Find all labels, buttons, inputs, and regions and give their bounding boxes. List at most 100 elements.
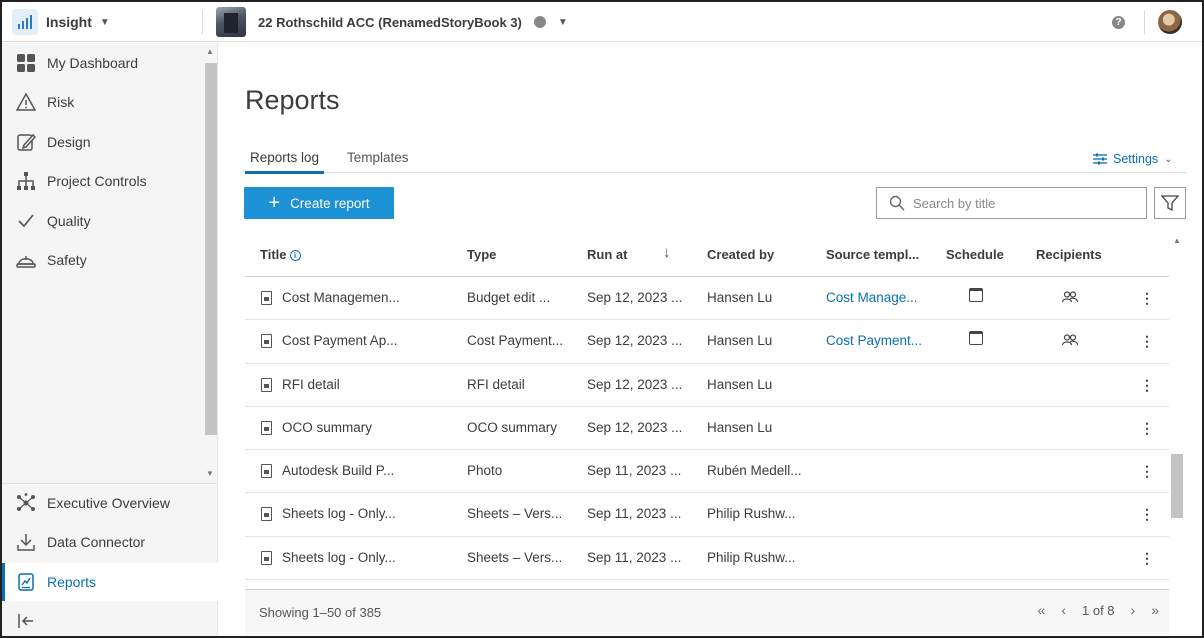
cell-source-template-link[interactable]: Cost Manage... xyxy=(826,290,938,305)
table-row[interactable]: Sheets log - Only... Sheets – Vers... Sep … xyxy=(245,493,1169,537)
collapse-sidebar-button[interactable] xyxy=(2,602,218,636)
calendar-icon[interactable] xyxy=(969,288,983,302)
people-icon[interactable] xyxy=(1062,291,1078,303)
document-icon xyxy=(261,420,272,435)
cell-type: Cost Payment... xyxy=(467,333,564,349)
scrollbar-thumb[interactable] xyxy=(205,63,217,435)
divider xyxy=(202,10,203,34)
cell-title[interactable]: Cost Managemen... xyxy=(282,290,432,305)
network-icon xyxy=(17,493,35,511)
cell-run-at: Sep 11, 2023 ... xyxy=(587,506,682,522)
chevron-down-icon: ▼ xyxy=(99,16,110,28)
sidebar-item-my-dashboard[interactable]: My Dashboard xyxy=(2,44,218,82)
cell-created-by: Hansen Lu xyxy=(707,376,773,392)
tab-bar: Reports log Templates xyxy=(245,147,1186,174)
sort-descending-icon[interactable]: ↓ xyxy=(663,244,671,261)
project-name: 22 Rothschild ACC (RenamedStoryBook 3) xyxy=(258,14,522,30)
globe-icon xyxy=(533,16,546,28)
column-header-schedule[interactable]: Schedule xyxy=(946,247,1004,262)
next-page-icon[interactable]: › xyxy=(1131,602,1136,618)
cell-source-template-link[interactable]: Cost Payment... xyxy=(826,333,938,348)
table-row[interactable]: Cost Managemen... Budget edit ... Sep 12, … xyxy=(245,277,1169,321)
column-header-title[interactable]: Title i xyxy=(260,247,301,262)
cell-run-at: Sep 12, 2023 ... xyxy=(587,290,683,305)
more-options-icon[interactable]: ⋮ xyxy=(1140,462,1154,480)
scroll-up-icon[interactable]: ▲ xyxy=(1173,236,1181,245)
sidebar-item-safety[interactable]: Safety xyxy=(2,241,218,279)
sidebar-item-reports[interactable]: Reports xyxy=(2,563,218,601)
more-options-icon[interactable]: ⋮ xyxy=(1140,376,1154,394)
sidebar-item-label: Data Connector xyxy=(47,534,146,550)
column-header-type[interactable]: Type xyxy=(467,247,496,262)
tab-templates[interactable]: Templates xyxy=(342,150,414,171)
sidebar-item-data-connector[interactable]: Data Connector xyxy=(2,523,218,561)
table-row[interactable]: Autodesk Build P... Photo Sep 11, 2023 ...… xyxy=(245,450,1169,494)
table-row[interactable]: Cost Payment Ap... Cost Payment... Sep 12,… xyxy=(245,320,1169,364)
app-switcher[interactable]: Insight ▼ xyxy=(12,8,110,36)
filter-button[interactable] xyxy=(1154,187,1186,219)
app-frame: Insight ▼ 22 Rothschild ACC (RenamedStor… xyxy=(0,0,1204,638)
document-icon xyxy=(261,550,272,565)
more-options-icon[interactable]: ⋮ xyxy=(1140,549,1154,567)
table-scrollbar[interactable]: ▲ xyxy=(1170,234,1184,589)
sidebar-item-label: Safety xyxy=(47,252,87,268)
table-header: Title i Type Run at ↓ Created by Source t… xyxy=(245,234,1169,277)
reports-table: Title i Type Run at ↓ Created by Source t… xyxy=(245,234,1169,581)
tab-reports-log[interactable]: Reports log xyxy=(245,150,325,174)
cell-run-at: Sep 11, 2023 ... xyxy=(587,549,682,565)
project-switcher[interactable]: 22 Rothschild ACC (RenamedStoryBook 3) ▼ xyxy=(216,7,568,37)
sidebar-item-quality[interactable]: Quality xyxy=(2,202,218,240)
settings-button[interactable]: Settings ⌄ xyxy=(1093,152,1173,166)
hard-hat-icon xyxy=(16,256,36,268)
results-count: Showing 1–50 of 385 xyxy=(259,605,382,620)
chevron-down-icon: ▼ xyxy=(557,16,568,28)
document-icon xyxy=(261,377,272,392)
more-options-icon[interactable]: ⋮ xyxy=(1140,332,1154,350)
document-icon xyxy=(261,334,272,349)
create-report-label: Create report xyxy=(290,195,370,211)
help-icon[interactable]: ? xyxy=(1112,16,1125,29)
first-page-icon[interactable]: « xyxy=(1038,602,1046,618)
hierarchy-icon xyxy=(17,172,35,190)
table-row[interactable]: Sheets log - Only... Sheets – Vers... Sep … xyxy=(245,537,1169,581)
sliders-icon xyxy=(1093,153,1107,165)
previous-page-icon[interactable]: ‹ xyxy=(1061,602,1066,618)
search-input[interactable] xyxy=(913,195,1133,211)
cell-created-by: Philip Rushw... xyxy=(707,506,796,522)
table-body: Cost Managemen... Budget edit ... Sep 12, … xyxy=(245,277,1169,581)
table-row[interactable]: RFI detail RFI detail Sep 12, 2023 ... Hans… xyxy=(245,364,1169,407)
column-header-run-at[interactable]: Run at xyxy=(587,247,627,262)
create-report-button[interactable]: + Create report xyxy=(244,187,394,219)
sidebar-item-label: Quality xyxy=(47,213,91,229)
cell-title[interactable]: Autodesk Build P... xyxy=(282,463,432,478)
scroll-up-icon[interactable]: ▲ xyxy=(206,47,214,56)
sidebar-item-risk[interactable]: Risk xyxy=(2,83,218,121)
scrollbar-thumb[interactable] xyxy=(1171,454,1183,518)
cell-title[interactable]: Cost Payment Ap... xyxy=(282,333,432,348)
sidebar-item-project-controls[interactable]: Project Controls xyxy=(2,162,218,200)
sidebar-item-design[interactable]: Design xyxy=(2,123,218,161)
document-icon xyxy=(261,464,272,479)
more-options-icon[interactable]: ⋮ xyxy=(1140,289,1154,307)
more-options-icon[interactable]: ⋮ xyxy=(1140,505,1154,523)
people-icon[interactable] xyxy=(1062,334,1078,346)
column-header-source-template[interactable]: Source templ... xyxy=(826,247,919,262)
avatar[interactable] xyxy=(1158,10,1182,34)
cell-title[interactable]: Sheets log - Only... xyxy=(282,550,432,565)
info-icon[interactable]: i xyxy=(289,250,301,262)
cell-title[interactable]: RFI detail xyxy=(282,377,432,392)
table-footer: Showing 1–50 of 385 « ‹ 1 of 8 › » xyxy=(245,589,1169,635)
table-row[interactable]: OCO summary OCO summary Sep 12, 2023 ... Ha… xyxy=(245,407,1169,451)
scroll-down-icon[interactable]: ▼ xyxy=(206,469,214,478)
column-header-created-by[interactable]: Created by xyxy=(707,247,774,262)
insight-logo-icon xyxy=(12,9,38,35)
more-options-icon[interactable]: ⋮ xyxy=(1140,419,1154,437)
sidebar-scrollbar[interactable]: ▲ ▼ xyxy=(204,47,217,478)
cell-title[interactable]: OCO summary xyxy=(282,420,432,435)
dashboard-grid-icon xyxy=(17,54,35,72)
sidebar-item-executive-overview[interactable]: Executive Overview xyxy=(2,484,218,522)
last-page-icon[interactable]: » xyxy=(1151,602,1159,618)
calendar-icon[interactable] xyxy=(969,331,983,346)
column-header-recipients[interactable]: Recipients xyxy=(1036,247,1102,262)
cell-title[interactable]: Sheets log - Only... xyxy=(282,506,432,521)
